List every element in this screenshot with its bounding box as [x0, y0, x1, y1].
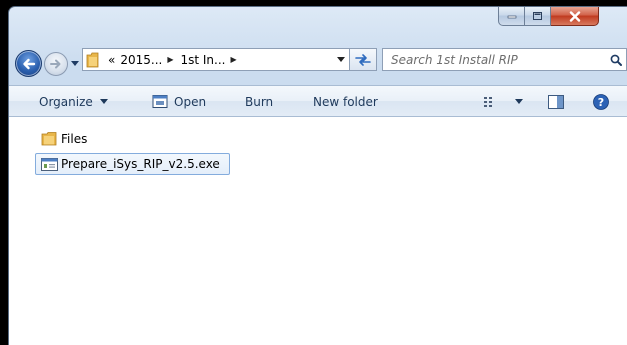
chevron-down-icon [71, 60, 79, 66]
open-app-icon [152, 95, 168, 108]
list-item-exe-file[interactable]: Prepare_iSys_RIP_v2.5.exe [35, 153, 230, 175]
search-input[interactable] [383, 50, 606, 69]
command-bar: Organize Open Burn New folder ? [9, 85, 627, 117]
chevron-right-icon[interactable]: ▶ [165, 55, 177, 64]
search-icon[interactable] [606, 54, 626, 66]
address-bar[interactable]: « 2015... ▶ 1st In... ▶ [82, 48, 350, 71]
minimize-button[interactable] [498, 7, 525, 26]
search-box[interactable] [382, 48, 627, 71]
breadcrumb-2015[interactable]: 2015... ▶ [117, 53, 177, 67]
organize-label: Organize [39, 94, 93, 109]
preview-pane-icon [548, 94, 564, 109]
refresh-icon [355, 53, 371, 66]
preview-pane-button[interactable] [548, 86, 564, 117]
maximize-button[interactable] [525, 7, 551, 26]
svg-text:?: ? [598, 96, 604, 109]
item-name: Prepare_iSys_RIP_v2.5.exe [61, 157, 220, 171]
file-list: Files Prepare_iSys_RIP_v2.5.exe [9, 117, 627, 345]
burn-button[interactable]: Burn [245, 86, 273, 117]
open-label: Open [174, 94, 207, 109]
chevron-down-icon [515, 99, 523, 104]
back-arrow-icon [22, 58, 35, 69]
help-icon: ? [593, 93, 609, 110]
new-folder-label: New folder [313, 94, 378, 109]
new-folder-button[interactable]: New folder [313, 86, 378, 117]
view-options-dropdown[interactable] [515, 86, 523, 117]
breadcrumb-label: 2015... [120, 52, 163, 67]
change-view-button[interactable] [484, 86, 499, 117]
help-button[interactable]: ? [593, 86, 609, 117]
forward-button[interactable] [44, 52, 68, 76]
address-dropdown[interactable] [333, 57, 349, 62]
folder-icon [41, 132, 57, 146]
chevron-down-icon [99, 99, 108, 104]
close-icon [569, 10, 580, 22]
close-button[interactable] [551, 7, 599, 26]
list-item-files-folder[interactable]: Files [41, 130, 87, 148]
refresh-button[interactable] [350, 48, 377, 71]
application-icon [41, 157, 58, 171]
breadcrumb-label: 1st In... [180, 52, 226, 67]
minimize-icon [507, 15, 516, 19]
organize-button[interactable]: Organize [39, 86, 108, 117]
caption-buttons [498, 7, 599, 27]
address-overflow[interactable]: « [108, 53, 115, 67]
folder-icon [86, 52, 104, 68]
chevron-right-icon[interactable]: ▶ [228, 55, 240, 64]
recent-pages-dropdown[interactable] [69, 58, 81, 68]
views-icon [484, 96, 492, 107]
back-button[interactable] [15, 50, 42, 77]
item-name: Files [61, 132, 88, 146]
chevron-down-icon [337, 57, 345, 62]
open-button[interactable]: Open [152, 86, 206, 117]
maximize-icon [533, 12, 542, 20]
burn-label: Burn [245, 94, 274, 109]
breadcrumb-1st-install[interactable]: 1st In... ▶ [177, 53, 240, 67]
forward-arrow-icon [50, 59, 61, 69]
